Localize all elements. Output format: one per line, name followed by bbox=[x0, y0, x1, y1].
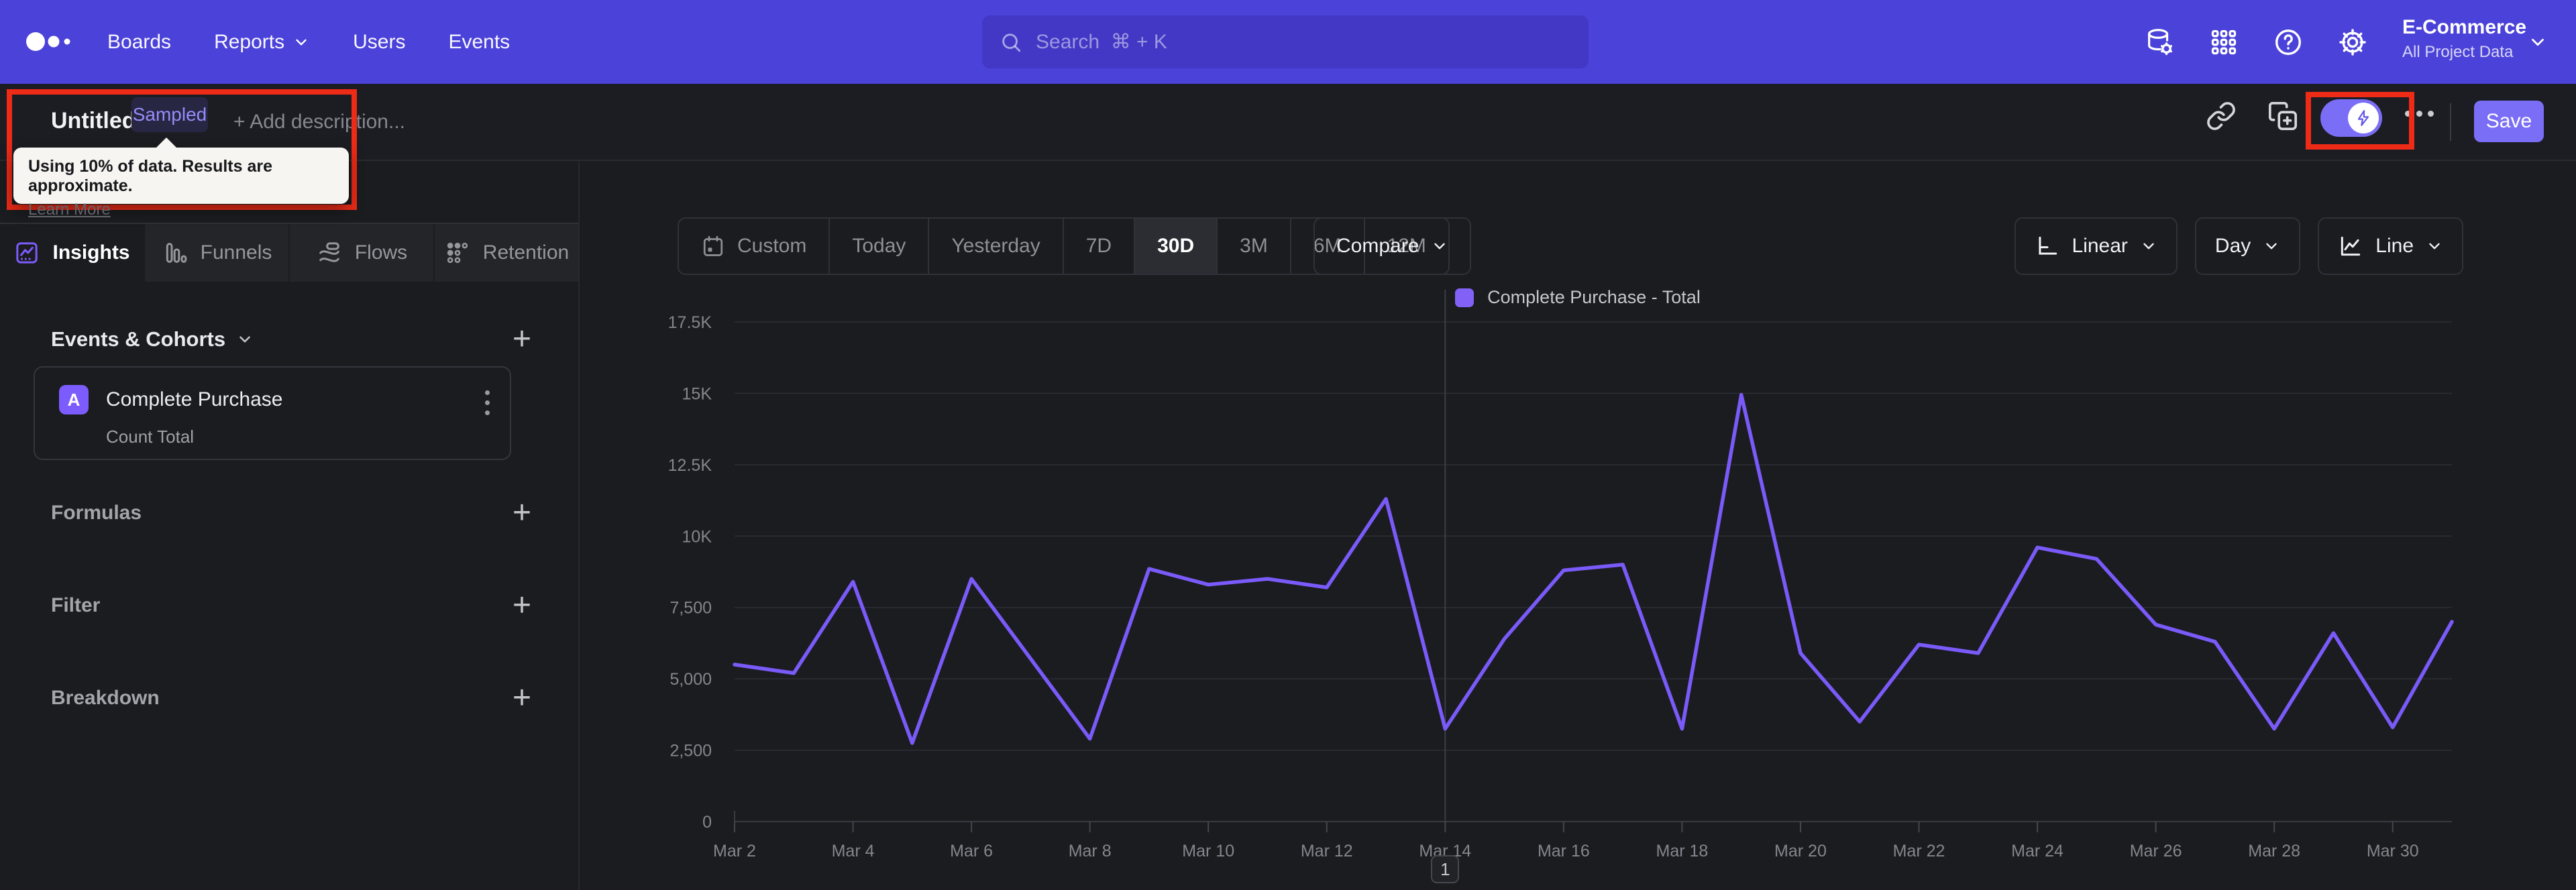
apps-grid-icon[interactable] bbox=[2208, 27, 2239, 58]
tooltip-text: Using 10% of data. Results are approxima… bbox=[28, 157, 273, 195]
event-card[interactable]: A Complete Purchase Count Total bbox=[34, 366, 511, 460]
event-name: Complete Purchase bbox=[106, 388, 283, 410]
toolbar-divider bbox=[2450, 103, 2451, 141]
svg-text:10K: 10K bbox=[682, 527, 712, 546]
add-breakdown-button[interactable]: + bbox=[513, 682, 531, 714]
flows-icon bbox=[319, 242, 339, 262]
svg-text:Mar 8: Mar 8 bbox=[1069, 842, 1112, 860]
annotation-marker[interactable]: 1 bbox=[1431, 855, 1460, 883]
help-icon[interactable] bbox=[2273, 27, 2304, 58]
tab-label: Retention bbox=[482, 241, 570, 264]
sampling-toggle[interactable] bbox=[2320, 99, 2382, 137]
duplicate-icon[interactable] bbox=[2267, 101, 2298, 131]
tab-label: Insights bbox=[52, 241, 130, 264]
event-options-icon[interactable] bbox=[485, 390, 490, 415]
report-title[interactable]: Untitled bbox=[51, 108, 136, 134]
sampling-tooltip: Using 10% of data. Results are approxima… bbox=[13, 137, 349, 219]
project-scope: All Project Data bbox=[2402, 43, 2514, 61]
filter-section: Filter + bbox=[51, 590, 531, 622]
line-chart[interactable]: 0 2,500 5,000 7,500 10K 12.5K 15K 17.5K Mar 2 Mar… bbox=[580, 161, 2576, 890]
svg-text:Mar 28: Mar 28 bbox=[2248, 842, 2300, 860]
event-row: A Complete Purchase bbox=[59, 385, 282, 414]
sampled-badge[interactable]: Sampled bbox=[131, 97, 208, 132]
add-description[interactable]: + Add description... bbox=[233, 111, 405, 133]
nav-links: Boards Reports Users Events bbox=[107, 0, 510, 84]
svg-text:2,500: 2,500 bbox=[669, 742, 712, 761]
top-nav: Boards Reports Users Events Search ⌘ + K… bbox=[0, 0, 2576, 84]
svg-text:5,000: 5,000 bbox=[669, 670, 712, 689]
svg-text:Mar 16: Mar 16 bbox=[1538, 842, 1590, 860]
tab-label: Flows bbox=[354, 241, 408, 264]
nav-item-reports[interactable]: Reports bbox=[214, 31, 310, 54]
formulas-label: Formulas bbox=[51, 502, 142, 524]
svg-text:12.5K: 12.5K bbox=[668, 456, 712, 475]
nav-icon-group bbox=[2144, 0, 2368, 84]
svg-text:15K: 15K bbox=[682, 384, 712, 403]
svg-text:Mar 6: Mar 6 bbox=[950, 842, 993, 860]
breakdown-label: Breakdown bbox=[51, 687, 160, 709]
search-icon bbox=[1002, 33, 1021, 52]
project-name: E-Commerce bbox=[2402, 16, 2527, 38]
global-search[interactable] bbox=[982, 15, 1589, 68]
nav-item-boards[interactable]: Boards bbox=[107, 31, 171, 54]
settings-gear-icon[interactable] bbox=[2337, 27, 2368, 58]
svg-text:Mar 10: Mar 10 bbox=[1182, 842, 1234, 860]
copy-link-icon[interactable] bbox=[2206, 101, 2237, 131]
app-window: Boards Reports Users Events Search ⌘ + K… bbox=[0, 0, 2576, 890]
svg-text:Mar 4: Mar 4 bbox=[832, 842, 875, 860]
query-builder-sidebar: Insights Funnels Flows Retention Events … bbox=[0, 161, 580, 890]
project-chevron-icon[interactable] bbox=[2528, 32, 2548, 52]
mixpanel-logo-icon[interactable] bbox=[25, 28, 82, 55]
svg-text:0: 0 bbox=[702, 813, 712, 832]
svg-text:Mar 26: Mar 26 bbox=[2130, 842, 2182, 860]
svg-text:7,500: 7,500 bbox=[669, 599, 712, 618]
chevron-down-icon bbox=[239, 336, 250, 343]
nav-item-events[interactable]: Events bbox=[448, 31, 510, 54]
add-event-button[interactable]: + bbox=[513, 323, 531, 355]
lightning-bolt-icon bbox=[2357, 110, 2369, 126]
tab-label: Funnels bbox=[200, 241, 272, 264]
events-cohorts-title[interactable]: Events & Cohorts bbox=[51, 327, 254, 351]
search-input[interactable] bbox=[1036, 30, 1532, 54]
svg-text:17.5K: 17.5K bbox=[668, 313, 712, 332]
tab-insights[interactable]: Insights bbox=[0, 224, 144, 282]
chart-panel: Custom Today Yesterday 7D 30D 3M 6M 12M … bbox=[580, 161, 2576, 890]
events-cohorts-header: Events & Cohorts + bbox=[51, 323, 531, 355]
retention-icon bbox=[447, 242, 468, 264]
svg-text:Mar 24: Mar 24 bbox=[2011, 842, 2063, 860]
event-metric[interactable]: Count Total bbox=[106, 427, 194, 447]
tab-flows[interactable]: Flows bbox=[288, 224, 433, 282]
funnels-icon bbox=[166, 243, 186, 263]
filter-label: Filter bbox=[51, 594, 101, 616]
insights-icon bbox=[16, 242, 38, 264]
add-formula-button[interactable]: + bbox=[513, 497, 531, 529]
save-button[interactable]: Save bbox=[2474, 101, 2544, 142]
more-options-icon[interactable] bbox=[2405, 111, 2434, 117]
nav-item-users[interactable]: Users bbox=[353, 31, 405, 54]
data-management-icon[interactable] bbox=[2144, 27, 2175, 58]
toggle-knob bbox=[2348, 103, 2379, 133]
add-filter-button[interactable]: + bbox=[513, 590, 531, 622]
svg-text:Mar 18: Mar 18 bbox=[1656, 842, 1709, 860]
svg-text:Mar 22: Mar 22 bbox=[1893, 842, 1945, 860]
svg-text:Mar 20: Mar 20 bbox=[1774, 842, 1827, 860]
report-type-tabs: Insights Funnels Flows Retention bbox=[0, 223, 578, 282]
tab-retention[interactable]: Retention bbox=[433, 224, 578, 282]
chevron-down-icon bbox=[296, 39, 307, 45]
learn-more-link[interactable]: Learn More bbox=[28, 201, 111, 219]
svg-text:Mar 12: Mar 12 bbox=[1301, 842, 1353, 860]
project-selector[interactable]: E-Commerce All Project Data bbox=[2402, 16, 2526, 62]
formulas-section: Formulas + bbox=[51, 497, 531, 529]
breakdown-section: Breakdown + bbox=[51, 682, 531, 714]
svg-text:Mar 2: Mar 2 bbox=[713, 842, 756, 860]
svg-text:Mar 30: Mar 30 bbox=[2367, 842, 2419, 860]
tab-funnels[interactable]: Funnels bbox=[144, 224, 288, 282]
event-series-badge: A bbox=[59, 385, 89, 414]
